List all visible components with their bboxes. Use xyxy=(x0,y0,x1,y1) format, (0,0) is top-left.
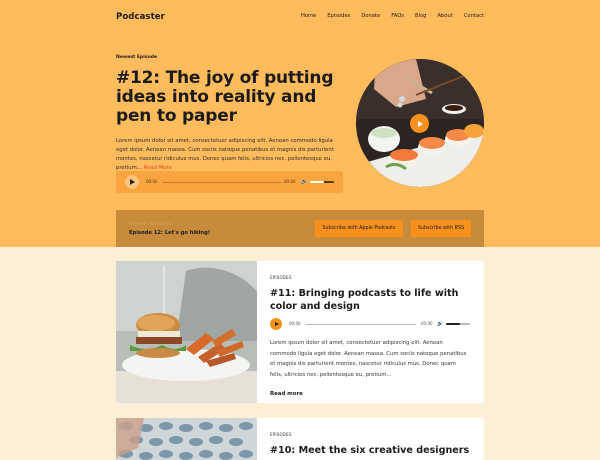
episode-progress-track[interactable] xyxy=(306,323,416,325)
subscribe-episode-title: Episode 12: Let's go hiking! xyxy=(129,230,211,236)
subscribe-apple-button[interactable]: Subscribe with Apple Podcasts xyxy=(315,220,403,237)
hero-title[interactable]: #12: The joy of putting ideas into reali… xyxy=(116,69,356,126)
hero-volume-fill xyxy=(310,181,324,183)
tiled-pattern-illustration xyxy=(116,418,257,460)
play-icon xyxy=(274,322,279,326)
hero-kicker: Newest Episode xyxy=(116,55,158,60)
hero-duration: 00:00 xyxy=(284,179,296,184)
episode-read-more-link[interactable]: Read more xyxy=(270,391,303,397)
nav-item-faqs[interactable]: FAQs xyxy=(391,13,404,19)
episode-volume-fill xyxy=(446,323,460,325)
volume-icon[interactable]: 🔊 xyxy=(437,321,443,327)
episode-image xyxy=(116,418,257,460)
episode-current-time: 00:00 xyxy=(289,321,301,326)
episode-card: EPISODES #10: Meet the six creative desi… xyxy=(116,418,484,460)
burger-illustration xyxy=(116,261,257,403)
hero-audio-player: 00:00 00:00 🔊 xyxy=(116,171,343,193)
nav-menu: Home Episodes Donate FAQs Blog About Con… xyxy=(290,13,484,19)
episode-image xyxy=(116,261,257,403)
episode-category[interactable]: EPISODES xyxy=(270,275,470,280)
hero-episode-image xyxy=(356,59,484,187)
subscribe-bar: Newest Episode Episode 12: Let's go hiki… xyxy=(116,210,484,247)
top-nav: Podcaster Home Episodes Donate FAQs Blog… xyxy=(116,12,484,24)
nav-item-donate[interactable]: Donate xyxy=(361,13,380,19)
hero-current-time: 00:00 xyxy=(146,179,158,184)
episode-play-button[interactable] xyxy=(270,318,282,330)
nav-item-episodes[interactable]: Episodes xyxy=(327,13,350,19)
episode-title[interactable]: #11: Bringing podcasts to life with colo… xyxy=(270,287,470,313)
nav-item-about[interactable]: About xyxy=(437,13,452,19)
subscribe-rss-button[interactable]: Subscribe with RSS xyxy=(411,220,471,237)
episode-description: Lorem ipsum dolor sit amet, consectetuer… xyxy=(270,340,467,378)
episode-card: EPISODES #11: Bringing podcasts to life … xyxy=(116,261,484,403)
site-logo[interactable]: Podcaster xyxy=(116,12,165,22)
play-icon xyxy=(417,120,423,127)
hero-image-play-button[interactable] xyxy=(410,114,429,133)
episode-title[interactable]: #10: Meet the six creative designers xyxy=(270,444,470,457)
volume-icon[interactable]: 🔊 xyxy=(301,179,307,185)
hero-progress-track[interactable] xyxy=(163,181,281,183)
episode-audio-player: 00:00 00:00 🔊 xyxy=(270,318,470,330)
episode-card-body: EPISODES #11: Bringing podcasts to life … xyxy=(270,275,470,399)
episode-card-body: EPISODES #10: Meet the six creative desi… xyxy=(270,432,470,457)
hero-play-button[interactable] xyxy=(125,175,139,189)
subscribe-label: Newest Episode xyxy=(129,221,173,226)
hero-description: Lorem ipsum dolor sit amet, consectetuer… xyxy=(116,137,346,173)
nav-item-contact[interactable]: Contact xyxy=(464,13,484,19)
nav-item-home[interactable]: Home xyxy=(301,13,316,19)
play-icon xyxy=(130,179,135,185)
episode-category[interactable]: EPISODES xyxy=(270,432,470,437)
nav-item-blog[interactable]: Blog xyxy=(415,13,426,19)
episode-duration: 00:00 xyxy=(421,321,433,326)
